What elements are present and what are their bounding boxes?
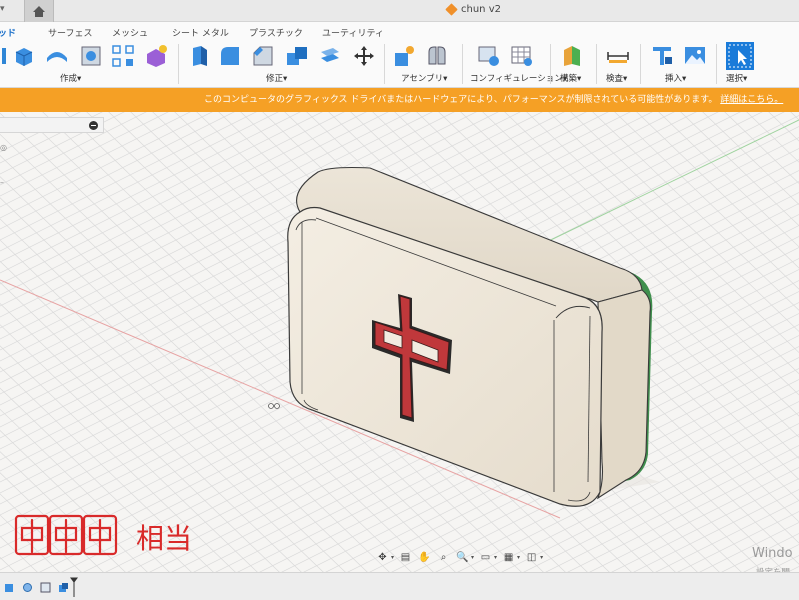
- learn-more-link[interactable]: 詳細はこちら。: [720, 95, 783, 105]
- tab-solid[interactable]: ッド: [0, 26, 17, 43]
- toolbar-separator: [596, 44, 597, 84]
- form-icon[interactable]: [144, 44, 168, 68]
- chevron-down-icon[interactable]: ▾: [471, 554, 474, 561]
- panel-edge-icon: ◎: [0, 143, 7, 152]
- configure-icon[interactable]: [476, 44, 500, 68]
- chevron-down-icon[interactable]: ▾: [391, 554, 394, 561]
- timeline-bar: [0, 572, 799, 600]
- title-bar: ▾ chun v2: [0, 0, 799, 22]
- offset-plane-icon[interactable]: [560, 44, 584, 68]
- assemble-group-label[interactable]: アセンブリ▾: [401, 72, 447, 84]
- navigation-bar: ✥ ▾ ▤ ✋ ⌕ 🔍 ▾ ▭ ▾ ▦ ▾ ◫ ▾: [375, 548, 543, 566]
- zoom-icon[interactable]: ⌕: [436, 551, 451, 564]
- graphics-warning-bar: このコンピュータのグラフィックス ドライバまたはハードウェアにより、パフォーマン…: [0, 88, 799, 112]
- inspect-group-label[interactable]: 検査▾: [606, 72, 627, 84]
- create-group-label[interactable]: 作成▾: [60, 72, 81, 84]
- collapse-panel-icon[interactable]: [89, 121, 98, 130]
- combine-icon[interactable]: [285, 44, 309, 68]
- tab-utilities[interactable]: ユーティリティ: [322, 26, 384, 39]
- toolbar-separator: [640, 44, 641, 84]
- viewports-icon[interactable]: ◫: [524, 551, 539, 564]
- pattern-icon[interactable]: [111, 44, 135, 68]
- shell-icon[interactable]: [79, 44, 103, 68]
- tab-surface[interactable]: サーフェス: [48, 26, 92, 39]
- revolve-icon[interactable]: [45, 44, 69, 68]
- handwritten-annotation: 相当: [14, 514, 192, 556]
- windows-watermark: Windo: [752, 546, 793, 561]
- chevron-down-icon[interactable]: ▾: [517, 554, 520, 561]
- timeline-extrude-icon[interactable]: [58, 582, 69, 593]
- toolbar-separator: [384, 44, 385, 84]
- browser-panel-header[interactable]: [0, 117, 104, 133]
- chamfer-icon[interactable]: [251, 44, 275, 68]
- 3d-viewport[interactable]: [0, 112, 799, 572]
- tab-sheet-metal[interactable]: シート メタル: [172, 26, 229, 39]
- insert-derive-icon[interactable]: [650, 44, 674, 68]
- timeline-feature-icon[interactable]: [40, 582, 51, 593]
- press-pull-icon[interactable]: [187, 44, 211, 68]
- configuration-table-icon[interactable]: [509, 44, 533, 68]
- annotation-text: 相当: [136, 522, 192, 555]
- pan-icon[interactable]: ✋: [417, 551, 432, 564]
- move-icon[interactable]: [352, 44, 376, 68]
- chevron-down-icon[interactable]: ▾: [540, 554, 543, 561]
- ribbon-tabs: ッド サーフェス メッシュ シート メタル プラスチック ユーティリティ: [0, 22, 799, 43]
- tab-mesh[interactable]: メッシュ: [112, 26, 148, 39]
- select-icon[interactable]: [726, 42, 754, 70]
- scale-icon[interactable]: [318, 44, 342, 68]
- modify-group-label[interactable]: 修正▾: [266, 72, 287, 84]
- new-component-icon[interactable]: [392, 44, 416, 68]
- display-settings-icon[interactable]: ▭: [478, 551, 493, 564]
- measure-icon[interactable]: [606, 44, 630, 68]
- construct-group-label[interactable]: 構築▾: [560, 72, 581, 84]
- fusion-window: ▾ chun v2 ッド サーフェス メッシュ シート メタル プラスチック ユ…: [0, 0, 799, 600]
- toolbar-separator: [462, 44, 463, 84]
- fit-icon[interactable]: 🔍: [455, 551, 470, 564]
- window-menu-caret[interactable]: ▾: [0, 4, 5, 14]
- toolbar-separator: [178, 44, 179, 84]
- tab-plastic[interactable]: プラスチック: [249, 26, 303, 39]
- document-tab[interactable]: chun v2: [445, 3, 501, 16]
- look-at-icon[interactable]: ▤: [398, 551, 413, 564]
- joint-icon[interactable]: [425, 44, 449, 68]
- grid-settings-icon[interactable]: ▦: [501, 551, 516, 564]
- insert-group-label[interactable]: 挿入▾: [665, 72, 686, 84]
- home-icon: [33, 5, 45, 17]
- timeline-body-icon[interactable]: [4, 582, 15, 593]
- orbit-icon[interactable]: ✥: [375, 551, 390, 564]
- select-group-label[interactable]: 選択▾: [726, 72, 747, 84]
- timeline-marker-icon[interactable]: [70, 577, 78, 597]
- panel-edge-icon: –: [0, 178, 4, 187]
- toolbar: 作成▾ 修正▾ アセンブリ▾ コンフィギュレーション▾ 構築▾ 検査▾ 挿入▾: [0, 40, 799, 88]
- insert-image-icon[interactable]: [683, 44, 707, 68]
- toolbar-separator: [550, 44, 551, 84]
- timeline-sketch-icon[interactable]: [22, 582, 33, 593]
- document-icon: [445, 3, 458, 16]
- document-title: chun v2: [461, 4, 501, 15]
- warning-message: このコンピュータのグラフィックス ドライバまたはハードウェアにより、パフォーマン…: [204, 95, 784, 105]
- extrude-box-icon[interactable]: [12, 44, 36, 68]
- chevron-down-icon[interactable]: ▾: [494, 554, 497, 561]
- toolbar-separator: [716, 44, 717, 84]
- home-button[interactable]: [24, 0, 54, 22]
- configure-group-label[interactable]: コンフィギュレーション▾: [470, 72, 567, 84]
- fillet-icon[interactable]: [218, 44, 242, 68]
